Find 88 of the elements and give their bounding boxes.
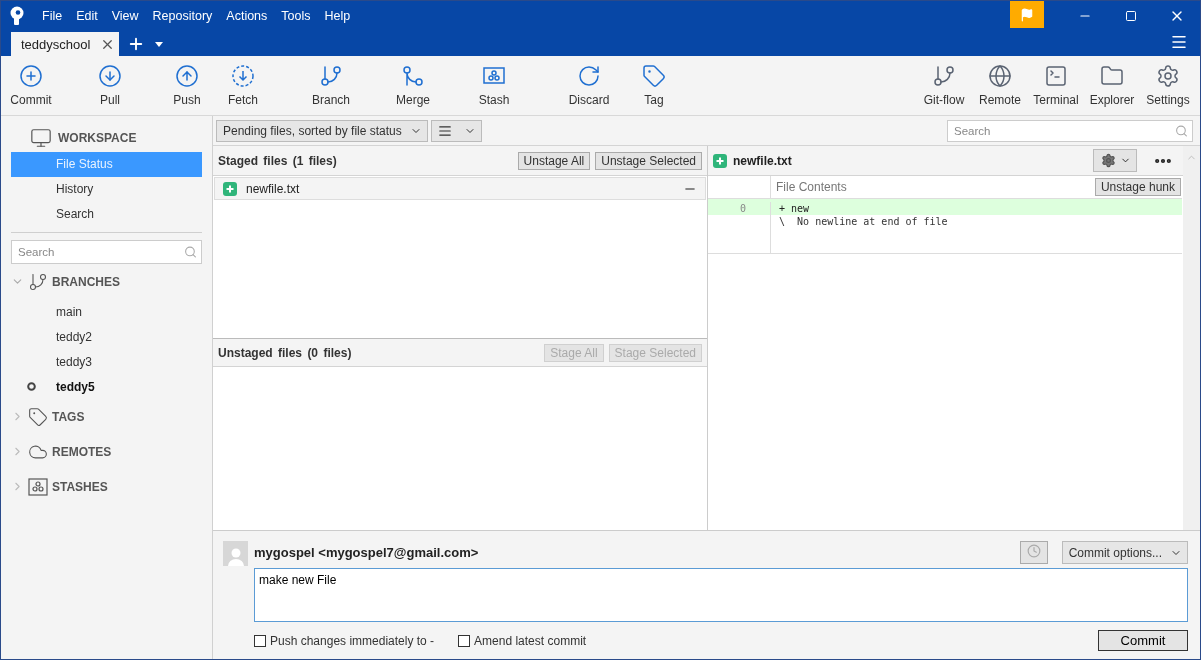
menu-item[interactable]: Repository — [145, 9, 220, 23]
stage-button[interactable]: Unstage All — [517, 151, 591, 170]
toolbar-button[interactable]: Merge — [387, 64, 439, 107]
current-branch-icon — [27, 382, 36, 391]
toolbar-button[interactable]: Branch — [275, 64, 387, 107]
line-number: 0 — [708, 202, 771, 215]
branch-icon — [319, 64, 343, 88]
branch-icon — [28, 271, 48, 292]
branch-item[interactable]: teddy5 — [11, 374, 202, 399]
toolbar-button[interactable]: Stash — [439, 64, 549, 107]
menu-icon[interactable] — [1170, 33, 1188, 51]
search-field[interactable]: Search — [947, 119, 1193, 142]
terminal-icon — [1044, 64, 1068, 88]
repository-tab[interactable]: teddyschool — [11, 32, 120, 56]
checkbox[interactable]: Amend latest commit — [458, 633, 587, 648]
toolbar-button[interactable]: Pull — [57, 64, 163, 107]
discard-icon — [577, 64, 601, 88]
scrollbar[interactable] — [1183, 146, 1200, 530]
code-line: \ No newline at end of file — [778, 215, 949, 228]
toolbar-button[interactable]: Push — [163, 64, 211, 107]
toolbar-button[interactable]: Commit — [5, 64, 57, 107]
file-name: newfile.txt — [246, 181, 301, 196]
history-button[interactable] — [1019, 541, 1048, 564]
toolbar-button[interactable]: Settings — [1140, 64, 1196, 107]
section-header[interactable]: BRANCHES — [11, 264, 202, 299]
sort-dropdown[interactable]: Pending files, sorted by file status — [216, 119, 428, 142]
toolbar-button[interactable]: Discard — [549, 64, 629, 107]
avatar — [223, 541, 248, 566]
menu-item[interactable]: Tools — [274, 9, 318, 23]
settings-icon — [1156, 64, 1180, 88]
commit-options-dropdown[interactable]: Commit options... — [1061, 541, 1188, 564]
notification-button[interactable] — [1010, 1, 1044, 28]
menu-item[interactable]: Edit — [69, 9, 105, 23]
globe-icon — [988, 64, 1012, 88]
toolbar-button[interactable]: Terminal — [1028, 64, 1084, 107]
section-header[interactable]: STASHES — [11, 469, 202, 504]
view-dropdown[interactable] — [430, 119, 482, 142]
menu-item[interactable]: Help — [317, 9, 358, 23]
app-logo-icon — [9, 6, 25, 26]
code-line: + new — [778, 202, 811, 215]
dashed-arrow-circle-icon — [231, 64, 255, 88]
sidebar-item[interactable]: Search — [11, 202, 202, 227]
file-list-title: Staged files (1 files) — [218, 153, 338, 168]
settings-dropdown[interactable] — [1093, 149, 1137, 172]
menu-item[interactable]: File — [35, 9, 70, 23]
menu-item[interactable]: View — [104, 9, 146, 23]
settings-icon — [1101, 153, 1116, 168]
arrow-down-circle-icon — [98, 64, 122, 88]
merge-icon — [401, 64, 425, 88]
search-field[interactable]: Search — [11, 240, 202, 264]
toolbar-button[interactable]: Remote — [972, 64, 1028, 107]
hunk-title: File Contents — [775, 179, 848, 196]
maximize-icon — [1125, 10, 1137, 22]
diff-file-name: newfile.txt — [733, 153, 793, 168]
search-icon — [184, 245, 197, 259]
toolbar-button[interactable]: Explorer — [1084, 64, 1140, 107]
commit-message-field[interactable]: make new File — [254, 568, 1188, 622]
monitor-icon — [30, 127, 52, 149]
branch-item[interactable]: main — [11, 299, 202, 324]
file-row[interactable]: newfile.txt — [214, 177, 706, 200]
list-icon — [437, 123, 452, 138]
arrow-up-circle-icon — [175, 64, 199, 88]
section-title: WORKSPACE — [58, 131, 137, 145]
tag-icon — [28, 406, 48, 427]
section-header[interactable]: REMOTES — [11, 434, 202, 469]
branch-item[interactable]: teddy2 — [11, 324, 202, 349]
toolbar-button[interactable]: Git-flow — [916, 64, 972, 107]
toolbar-button[interactable]: Tag — [629, 64, 679, 107]
flag-icon — [1020, 7, 1034, 22]
section-header[interactable]: TAGS — [11, 399, 202, 434]
menu-item[interactable]: Actions — [219, 9, 275, 23]
git-flow-icon — [932, 64, 956, 88]
file-list-title: Unstaged files (0 files) — [218, 345, 353, 360]
checkbox[interactable]: Push changes immediately to - — [254, 633, 435, 648]
dropdown-caret-icon[interactable] — [155, 42, 164, 47]
author-name: mygospel <mygospel7@gmail.com> — [254, 545, 480, 560]
sidebar-item[interactable]: History — [11, 177, 202, 202]
commit-button[interactable]: Commit — [1098, 630, 1188, 651]
plus-circle-icon — [19, 64, 43, 88]
search-icon — [1175, 124, 1188, 137]
tag-icon — [642, 64, 666, 88]
unstage-hunk-button[interactable]: Unstage hunk — [1094, 178, 1181, 196]
clock-icon — [1026, 544, 1041, 558]
branch-item[interactable]: teddy3 — [11, 349, 202, 374]
stage-button[interactable]: Unstage Selected — [595, 151, 702, 170]
toolbar-button[interactable]: Fetch — [211, 64, 275, 107]
folder-icon — [1100, 64, 1124, 88]
stash-icon — [28, 477, 48, 496]
